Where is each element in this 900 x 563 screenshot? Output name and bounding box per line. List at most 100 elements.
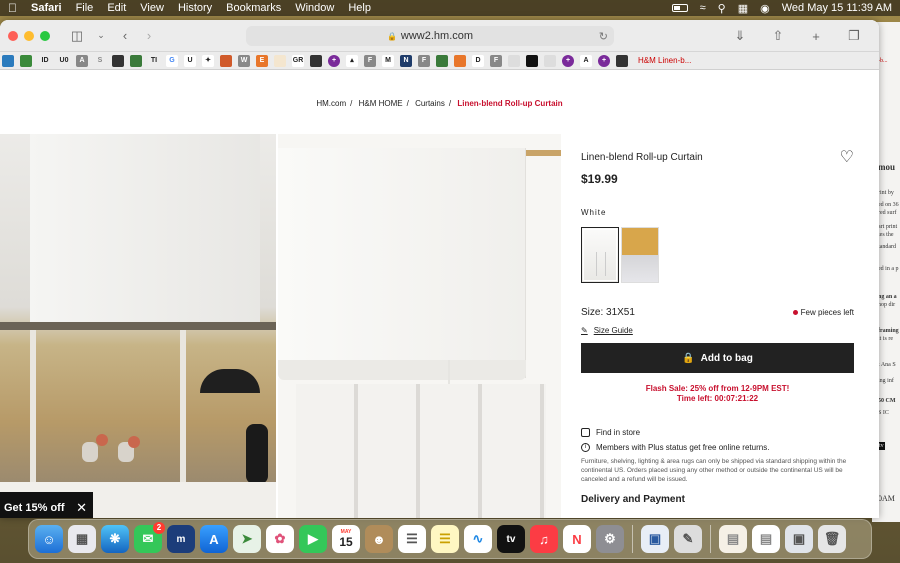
favorite-icon[interactable]: + (562, 54, 574, 67)
trash-icon[interactable]: 🗑 (818, 525, 846, 553)
reminders-icon[interactable]: ☰ (398, 525, 426, 553)
favorite-icon[interactable]: ID (38, 55, 52, 67)
maps-icon[interactable]: ➤ (233, 525, 261, 553)
favorite-icon[interactable]: M (382, 54, 394, 67)
contacts-icon[interactable]: ☻ (365, 525, 393, 553)
freeform-icon[interactable]: ∿ (464, 525, 492, 553)
apple-tv-icon[interactable]: tv (497, 525, 525, 553)
favorite-icon[interactable] (526, 54, 538, 67)
textedit-icon[interactable]: ✎ (674, 525, 702, 553)
favorite-icon[interactable]: G (166, 54, 178, 67)
favorite-icon[interactable] (544, 54, 556, 67)
menu-clock[interactable]: Wed May 15 11:39 AM (782, 2, 892, 14)
product-image-lifestyle[interactable] (0, 134, 276, 518)
battery-icon[interactable] (671, 4, 688, 12)
menu-file[interactable]: File (76, 2, 94, 14)
launchpad-icon[interactable]: ▦ (68, 525, 96, 553)
calendar-icon[interactable]: MAY 15 (332, 525, 360, 553)
favorite-icon[interactable] (508, 54, 520, 67)
system-settings-icon[interactable]: ⚙ (596, 525, 624, 553)
zoom-window-button[interactable] (40, 30, 50, 41)
finder-icon[interactable]: ☺ (35, 525, 63, 553)
share-icon[interactable]: ⇧ (769, 27, 787, 45)
wifi-icon[interactable]: ≈ (700, 2, 706, 14)
favorite-icon[interactable]: S (94, 55, 106, 67)
favorite-icon[interactable]: ▴ (346, 54, 358, 67)
safari-icon[interactable]: ❋ (101, 525, 129, 553)
favorite-icon[interactable] (616, 54, 628, 67)
recent-screenshot-icon[interactable]: ▣ (785, 525, 813, 553)
favorite-icon[interactable]: F (364, 54, 376, 67)
forward-button[interactable]: › (140, 27, 158, 45)
favorite-icon[interactable] (112, 54, 124, 67)
breadcrumb-link[interactable]: H&M HOME (359, 99, 403, 108)
color-swatch-white[interactable] (581, 227, 619, 283)
apple-menu-icon[interactable]:  (8, 1, 17, 15)
sidebar-toggle-icon[interactable]: ◫ (68, 27, 86, 45)
discount-promo-banner[interactable]: Get 15% off ✕ (0, 492, 93, 518)
favorite-icon[interactable] (2, 54, 14, 67)
favorite-icon[interactable]: U0 (58, 55, 70, 67)
favorite-icon[interactable]: A (76, 54, 88, 67)
spotlight-search-icon[interactable]: ⚲ (718, 2, 726, 15)
favorite-icon[interactable]: F (490, 54, 502, 67)
siri-icon[interactable]: ◉ (760, 2, 770, 15)
favorite-icon[interactable]: W (238, 54, 250, 67)
menu-app-name[interactable]: Safari (31, 2, 62, 14)
chevron-down-icon[interactable]: ⌄ (92, 27, 110, 45)
delivery-payment-heading[interactable]: Delivery and Payment (581, 494, 854, 505)
recent-document-icon[interactable]: ▤ (719, 525, 747, 553)
breadcrumb-link[interactable]: HM.com (316, 99, 346, 108)
color-swatch-yellow[interactable] (621, 227, 659, 283)
favorite-icon[interactable]: ✦ (202, 54, 214, 67)
product-image-detail[interactable] (278, 134, 561, 518)
selected-size[interactable]: Size: 31X51 (581, 307, 635, 318)
favorite-icon[interactable] (310, 54, 322, 67)
favorite-icon[interactable] (274, 54, 286, 67)
favorite-icon[interactable] (130, 54, 142, 67)
favorite-icon[interactable] (20, 54, 32, 67)
favorite-hm-linen[interactable]: H&M Linen-b... (634, 55, 691, 67)
app-store-icon[interactable]: A (200, 525, 228, 553)
menu-window[interactable]: Window (295, 2, 334, 14)
favorite-icon[interactable]: U (184, 54, 196, 67)
downloads-icon[interactable]: ⇓ (731, 27, 749, 45)
find-in-store-link[interactable]: Find in store (581, 428, 854, 437)
menu-help[interactable]: Help (348, 2, 371, 14)
size-guide-link[interactable]: ✎ Size Guide (581, 326, 854, 335)
breadcrumb-link[interactable]: Curtains (415, 99, 445, 108)
favorite-icon[interactable]: E (256, 54, 268, 67)
photos-icon[interactable]: ✿ (266, 525, 294, 553)
favorite-icon[interactable]: + (598, 54, 610, 67)
control-center-icon[interactable]: ▦ (738, 2, 748, 15)
preview-icon[interactable]: ▣ (641, 525, 669, 553)
close-icon[interactable]: ✕ (76, 500, 87, 516)
notes-icon[interactable]: ☰ (431, 525, 459, 553)
favorite-icon[interactable]: F (418, 54, 430, 67)
reload-icon[interactable]: ↻ (599, 30, 608, 43)
favorite-icon[interactable] (220, 54, 232, 67)
back-button[interactable]: ‹ (116, 27, 134, 45)
minimize-window-button[interactable] (24, 30, 34, 41)
meeting-app-icon[interactable]: m (167, 525, 195, 553)
facetime-icon[interactable]: ▶ (299, 525, 327, 553)
favorite-icon[interactable]: + (328, 54, 340, 67)
add-to-bag-button[interactable]: 🔒 Add to bag (581, 343, 854, 373)
music-icon[interactable]: ♫ (530, 525, 558, 553)
menu-history[interactable]: History (178, 2, 212, 14)
favorite-icon[interactable] (436, 54, 448, 67)
favorite-icon[interactable]: D (472, 54, 484, 67)
news-icon[interactable]: N (563, 525, 591, 553)
close-window-button[interactable] (8, 30, 18, 41)
favorite-icon[interactable]: N (400, 54, 412, 67)
menu-edit[interactable]: Edit (107, 2, 126, 14)
tab-overview-icon[interactable]: ❐ (845, 27, 863, 45)
favorite-heart-icon[interactable]: ♡ (840, 150, 854, 166)
menu-bookmarks[interactable]: Bookmarks (226, 2, 281, 14)
favorite-icon[interactable]: TI (148, 54, 160, 67)
address-bar[interactable]: 🔒 www2.hm.com ↻ (246, 26, 614, 46)
menu-view[interactable]: View (140, 2, 164, 14)
messages-icon[interactable]: ✉ 2 (134, 522, 165, 553)
favorite-icon[interactable]: GR (292, 54, 304, 67)
new-tab-icon[interactable]: + (807, 27, 825, 45)
